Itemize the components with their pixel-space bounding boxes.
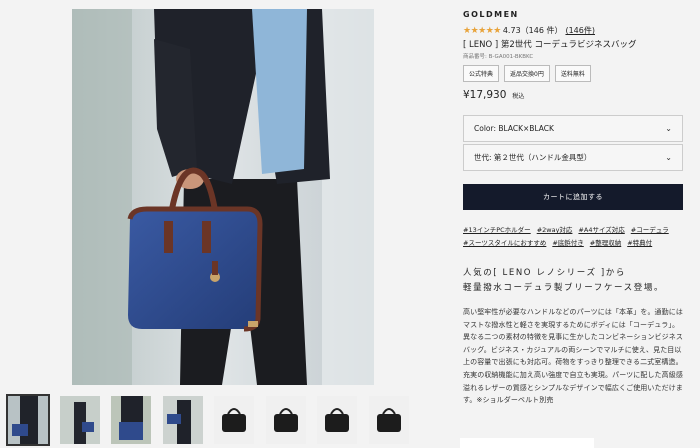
- product-title: [ LENO ] 第2世代 コーデュラビジネスバッグ: [463, 40, 637, 50]
- color-select[interactable]: Color: BLACK×BLACK ⌄: [463, 115, 683, 142]
- review-count-link[interactable]: (146件): [565, 25, 595, 36]
- product-description: 高い堅牢性が必要なハンドルなどのパーツには「本革」を。通勤にはマストな撥水性と軽…: [463, 308, 683, 405]
- lead-line-1: 人気の[ LENO レノシリーズ ]から: [463, 268, 626, 278]
- thumbnail-8[interactable]: [368, 396, 409, 444]
- chevron-down-icon: ⌄: [665, 153, 672, 162]
- tag-link[interactable]: #スーツスタイルにおすすめ: [463, 237, 546, 247]
- main-product-image[interactable]: [72, 9, 374, 385]
- product-code: 商品番号: B-GA001-BKBKC: [463, 54, 534, 60]
- tag-link[interactable]: #コーデュラ: [631, 224, 669, 234]
- tag-link[interactable]: #整理収納: [590, 237, 621, 247]
- benefit-badges: 公式特典 返品交換0円 送料無料: [463, 65, 591, 82]
- next-section-card: [460, 438, 594, 448]
- thumbnail-3[interactable]: [111, 396, 151, 444]
- tag-link[interactable]: #2way対応: [537, 224, 573, 234]
- tag-link[interactable]: #A4サイズ対応: [578, 224, 624, 234]
- color-select-value: Color: BLACK×BLACK: [474, 124, 554, 133]
- brand-name[interactable]: GOLDMEN: [463, 10, 519, 19]
- badge-free-shipping: 送料無料: [554, 65, 591, 82]
- rating-summary: ★★★★★ 4.73（146 件） (146件): [463, 25, 595, 36]
- thumbnail-1[interactable]: [6, 394, 50, 446]
- thumbnail-2[interactable]: [59, 396, 100, 444]
- tag-list: #13インチPCホルダー #2way対応 #A4サイズ対応 #コーデュラ #スー…: [463, 224, 688, 247]
- star-rating-icon: ★★★★★: [463, 25, 501, 36]
- thumbnail-7[interactable]: [317, 396, 357, 444]
- price-value: ¥17,930: [463, 89, 507, 101]
- badge-free-return: 返品交換0円: [504, 65, 550, 82]
- thumbnail-4[interactable]: [162, 396, 203, 444]
- price: ¥17,930 税込: [463, 89, 524, 101]
- tag-link[interactable]: #13インチPCホルダー: [463, 224, 531, 234]
- tag-link[interactable]: #底鋲付き: [552, 237, 583, 247]
- rating-value: 4.73（146 件）: [502, 26, 563, 35]
- generation-select-value: 世代: 第２世代（ハンドル金具型）: [474, 153, 592, 162]
- lead-copy: 人気の[ LENO レノシリーズ ]から 軽量撥水コーデュラ製ブリーフケース登場…: [463, 266, 664, 296]
- badge-official-benefit: 公式特典: [463, 65, 500, 82]
- lead-line-2: 軽量撥水コーデュラ製ブリーフケース登場。: [463, 283, 665, 293]
- thumbnail-strip: [6, 394, 420, 446]
- add-to-cart-button[interactable]: カートに追加する: [463, 184, 683, 210]
- chevron-down-icon: ⌄: [665, 124, 672, 133]
- tax-label: 税込: [512, 93, 525, 100]
- generation-select[interactable]: 世代: 第２世代（ハンドル金具型） ⌄: [463, 144, 683, 171]
- thumbnail-5[interactable]: [214, 396, 254, 444]
- tag-link[interactable]: #特典付: [627, 237, 652, 247]
- thumbnail-6[interactable]: [265, 396, 306, 444]
